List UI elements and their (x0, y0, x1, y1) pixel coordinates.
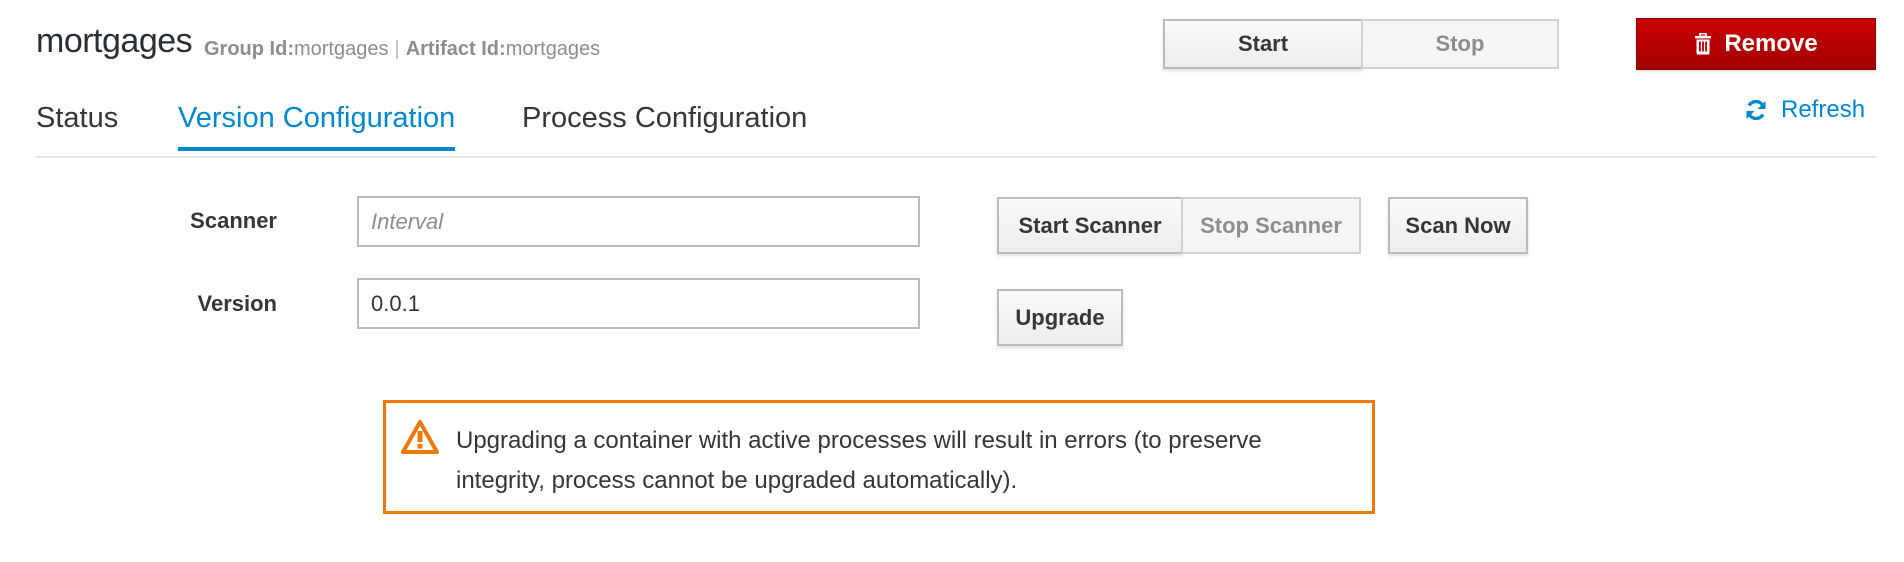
version-input[interactable] (357, 278, 920, 329)
remove-button[interactable]: Remove (1636, 18, 1876, 70)
scanner-interval-input[interactable] (357, 196, 920, 247)
warning-message: Upgrading a container with active proces… (456, 427, 1262, 494)
scan-now-label: Scan Now (1405, 212, 1511, 238)
remove-button-label: Remove (1724, 30, 1818, 57)
warning-triangle-icon (400, 419, 440, 460)
tab-version-configuration[interactable]: Version Configuration (178, 102, 456, 151)
group-id-label: Group Id: (204, 38, 294, 60)
trash-icon (1694, 33, 1712, 55)
tab-status[interactable]: Status (36, 102, 118, 147)
start-scanner-label: Start Scanner (1018, 212, 1162, 238)
scan-now-button[interactable]: Scan Now (1388, 197, 1528, 254)
artifact-id-value: mortgages (505, 38, 601, 60)
stop-scanner-label: Stop Scanner (1200, 212, 1342, 238)
upgrade-button[interactable]: Upgrade (997, 289, 1123, 346)
warning-alert: Upgrading a container with active proces… (383, 400, 1375, 514)
start-button[interactable]: Start (1163, 19, 1363, 69)
start-scanner-button[interactable]: Start Scanner (997, 197, 1183, 254)
container-title: mortgages (36, 22, 193, 60)
artifact-id-label: Artifact Id: (405, 38, 506, 60)
stop-scanner-button[interactable]: Stop Scanner (1181, 197, 1361, 254)
container-meta: Group Id:mortgages | Artifact Id:mortgages (204, 38, 600, 61)
stop-button[interactable]: Stop (1361, 19, 1559, 69)
meta-separator: | (394, 38, 400, 60)
group-id-value: mortgages (293, 38, 389, 60)
version-label: Version (197, 291, 277, 316)
upgrade-label: Upgrade (1015, 304, 1105, 330)
tab-process-configuration[interactable]: Process Configuration (522, 102, 807, 147)
scanner-label: Scanner (190, 208, 277, 233)
start-button-label: Start (1237, 31, 1289, 56)
stop-button-label: Stop (1435, 31, 1485, 56)
tab-bar: Status Version Configuration Process Con… (36, 100, 1876, 158)
